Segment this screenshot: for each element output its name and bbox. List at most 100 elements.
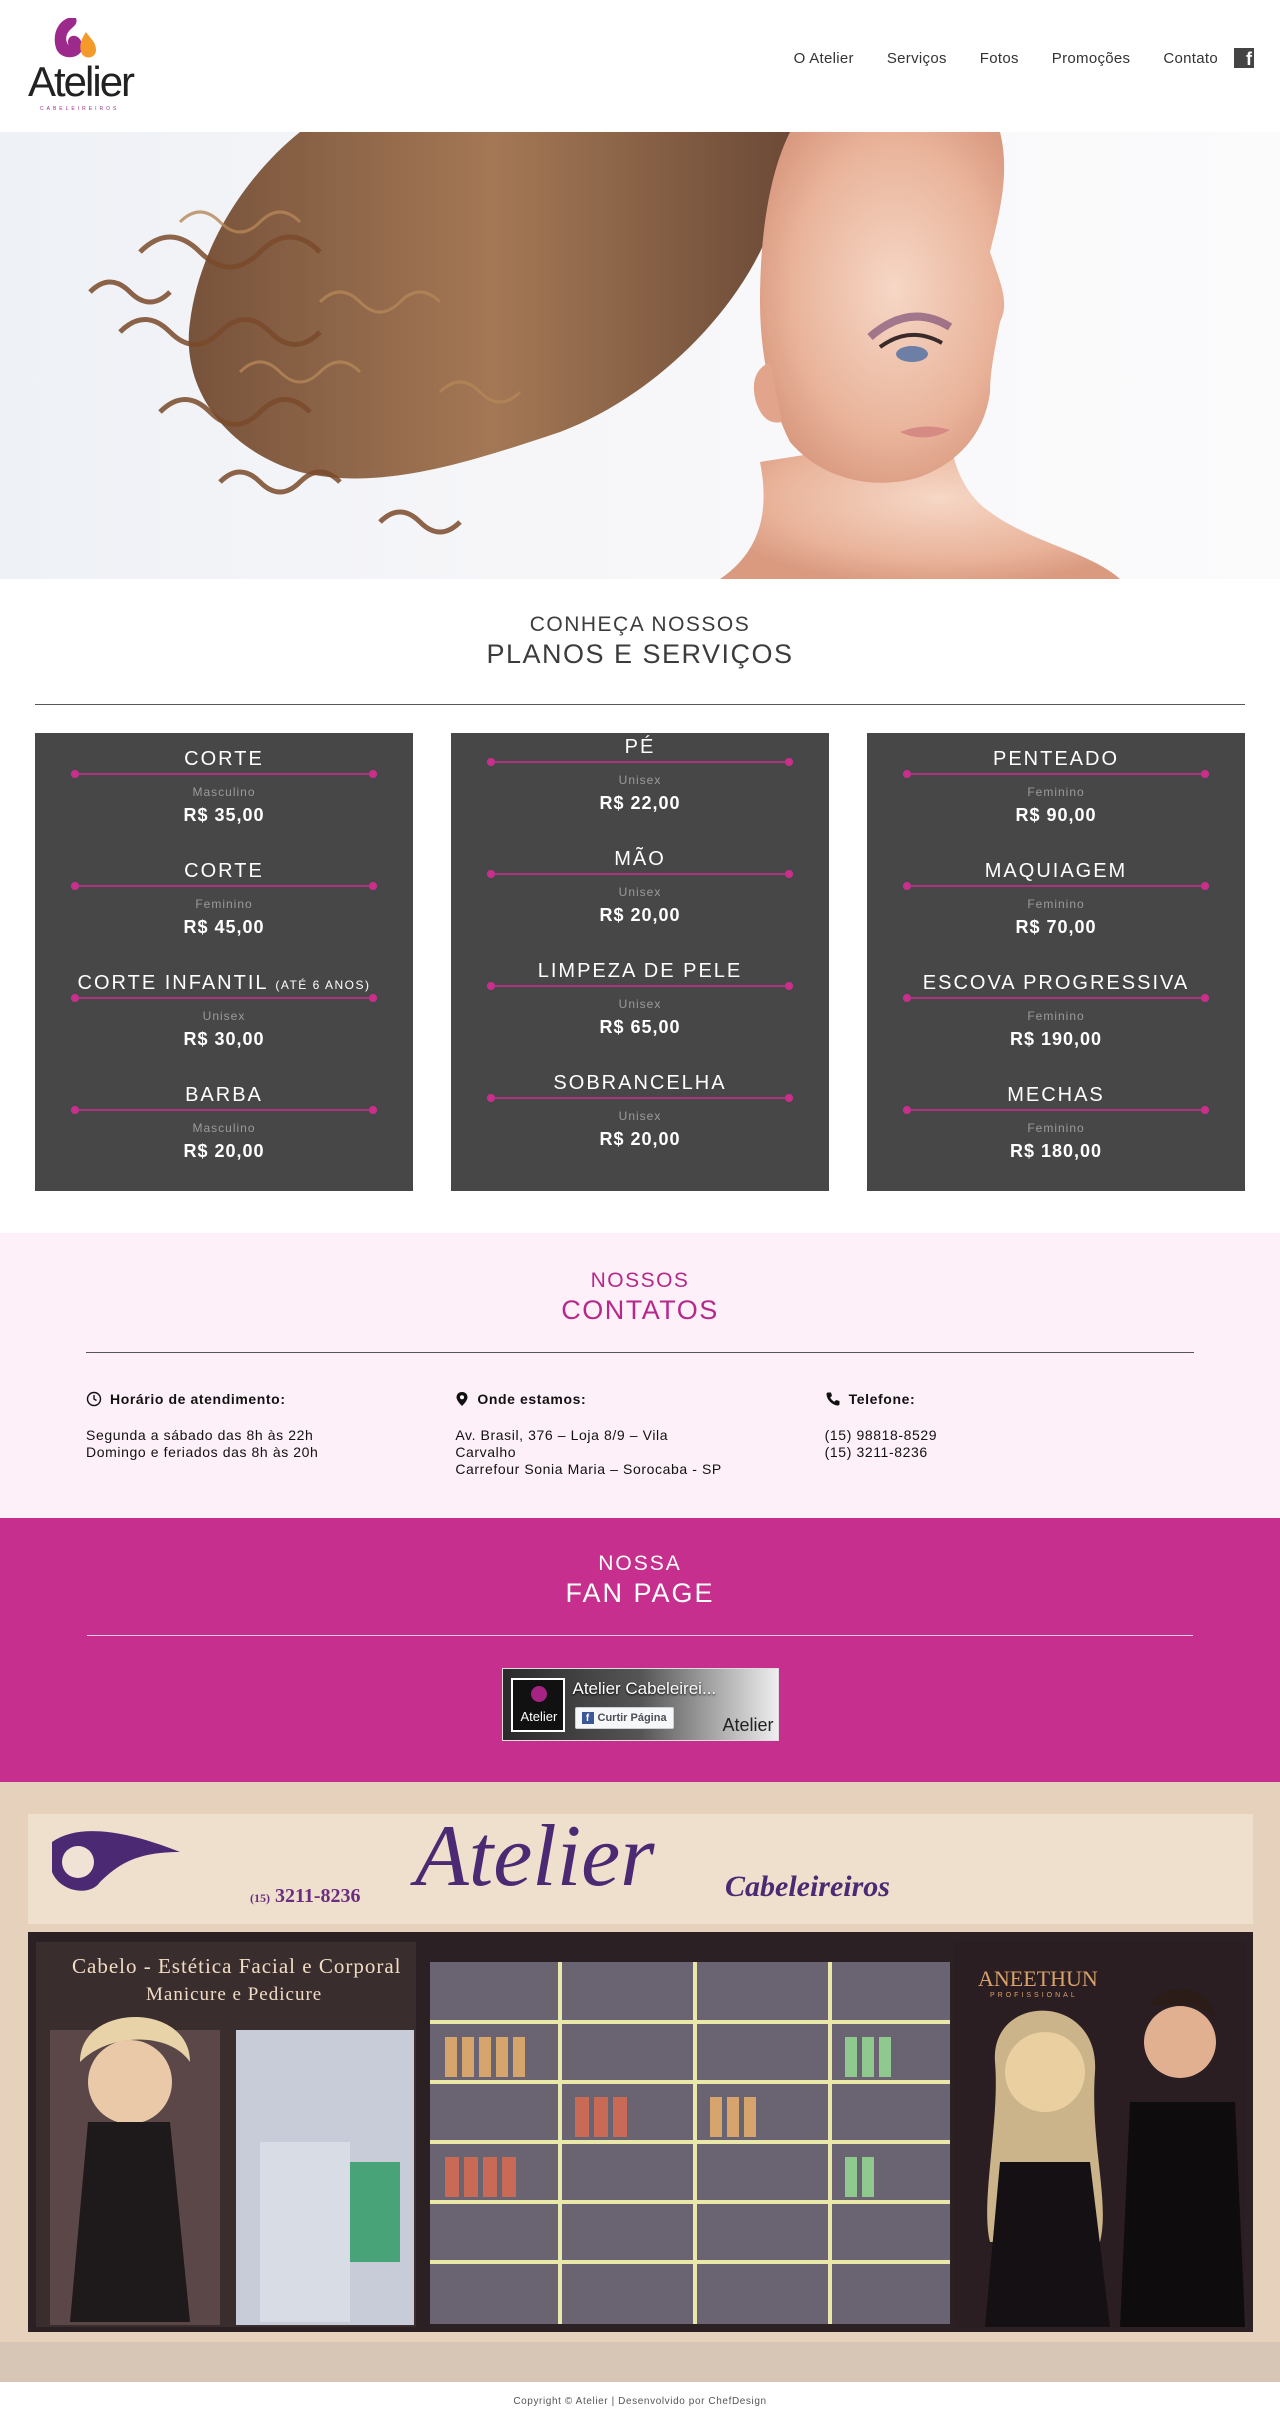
page-name-link[interactable]: Atelier Cabeleirei... <box>573 1679 717 1699</box>
contacts-title-big: CONTATOS <box>561 1295 719 1325</box>
contacts-divider <box>86 1352 1194 1353</box>
page-avatar[interactable]: Atelier <box>510 1678 565 1732</box>
phone-icon <box>826 1392 840 1406</box>
nav-item-o-atelier[interactable]: O Atelier <box>794 50 854 67</box>
contact-phone-text: (15) 98818-8529 (15) 3211-8236 <box>825 1427 1194 1461</box>
facebook-page-widget[interactable]: Atelier Atelier Cabeleirei... f Curtir P… <box>501 1668 779 1741</box>
facebook-icon[interactable]: f <box>1234 48 1254 68</box>
facebook-icon: f <box>581 1712 594 1724</box>
service-name: PÉ <box>624 736 656 758</box>
contacts-title-small: NOSSOS <box>590 1269 690 1292</box>
contact-location-text: Av. Brasil, 376 – Loja 8/9 – Vila Carval… <box>455 1427 824 1478</box>
service-category: Unisex <box>618 773 662 787</box>
service-name: PENTEADO <box>992 748 1120 770</box>
store-phone-prefix: (15) <box>250 1891 270 1905</box>
contact-line: Domingo e feriados das 8h às 20h <box>86 1444 319 1460</box>
service-item: CORTE INFANTIL (ATÉ 6 ANOS) Unisex R$ 30… <box>35 969 413 1081</box>
service-divider <box>903 882 1209 890</box>
nav-item-servicos[interactable]: Serviços <box>887 50 947 67</box>
contact-line[interactable]: (15) 3211-8236 <box>825 1444 1194 1461</box>
service-divider <box>71 882 377 890</box>
service-item: SOBRANCELHA Unisex R$ 20,00 <box>451 1069 829 1181</box>
services-section: CONHEÇA NOSSOS PLANOS E SERVIÇOS CORTE M… <box>0 579 1280 1233</box>
service-category: Unisex <box>618 997 662 1011</box>
service-card: PENTEADO Feminino R$ 90,00 MAQUIAGEM Fem… <box>867 733 1245 1191</box>
avatar-logo-text: Atelier <box>520 1709 558 1724</box>
cover-logo-text: Atelier <box>722 1715 774 1735</box>
services-divider <box>35 704 1245 705</box>
logo-wordmark: Atelier <box>28 58 135 105</box>
contact-line: Segunda a sábado das 8h às 22h <box>86 1427 314 1443</box>
service-name: CORTE <box>184 748 264 770</box>
service-name: ESCOVA PROGRESSIVA <box>922 972 1190 994</box>
service-divider <box>71 1106 377 1114</box>
service-divider <box>487 870 793 878</box>
nav-item-fotos[interactable]: Fotos <box>980 50 1019 67</box>
contact-location-heading: Onde estamos: <box>477 1391 587 1407</box>
map-pin-icon <box>456 1392 468 1406</box>
service-divider <box>487 1094 793 1102</box>
hero-banner <box>0 132 1280 579</box>
service-item: PENTEADO Feminino R$ 90,00 <box>867 745 1245 857</box>
contact-hours-heading: Horário de atendimento: <box>110 1391 286 1407</box>
service-item: LIMPEZA DE PELE Unisex R$ 65,00 <box>451 957 829 1069</box>
logo-droplet-icon <box>54 18 96 58</box>
contact-line[interactable]: (15) 98818-8529 <box>825 1427 1194 1444</box>
services-title-big: PLANOS E SERVIÇOS <box>486 639 794 669</box>
service-divider <box>71 994 377 1002</box>
contact-line: Carvalho <box>455 1444 517 1460</box>
service-price: R$ 90,00 <box>1015 805 1097 825</box>
storefront-photo: (15) 3211-8236 Atelier Cabeleireiros Cab… <box>0 1782 1280 2382</box>
site-header: Atelier CABELEIREIROS O Atelier Serviços… <box>0 0 1280 132</box>
service-category: Feminino <box>1027 897 1085 911</box>
atelier-logo[interactable]: Atelier CABELEIREIROS <box>26 14 135 112</box>
nav-item-promocoes[interactable]: Promoções <box>1052 50 1131 67</box>
service-category: Masculino <box>192 1121 256 1135</box>
service-price: R$ 20,00 <box>599 1129 681 1149</box>
service-item: ESCOVA PROGRESSIVA Feminino R$ 190,00 <box>867 969 1245 1081</box>
contacts-heading: NOSSOS CONTATOS <box>0 1269 1280 1326</box>
service-divider <box>903 994 1209 1002</box>
service-item: MÃO Unisex R$ 20,00 <box>451 845 829 957</box>
store-phone: (15) 3211-8236 <box>250 1885 361 1908</box>
like-page-button[interactable]: f Curtir Página <box>574 1707 674 1729</box>
contact-phone: Telefone: (15) 98818-8529 (15) 3211-8236 <box>825 1391 1194 1478</box>
service-price: R$ 20,00 <box>599 905 681 925</box>
services-title-small: CONHEÇA NOSSOS <box>529 613 751 636</box>
contact-phone-heading: Telefone: <box>848 1391 916 1407</box>
hero-woman-photo <box>88 132 1120 579</box>
service-category: Masculino <box>192 785 256 799</box>
service-name: BARBA <box>185 1084 263 1106</box>
service-price: R$ 45,00 <box>183 917 265 937</box>
store-poster-brand: ANEETHUN <box>978 1966 1098 1991</box>
service-category: Unisex <box>618 885 662 899</box>
service-name: CORTE INFANTIL (ATÉ 6 ANOS) <box>77 972 371 994</box>
service-category: Feminino <box>1027 1009 1085 1023</box>
service-category: Unisex <box>202 1009 246 1023</box>
service-category: Unisex <box>618 1109 662 1123</box>
logo-droplet-icon <box>530 1686 547 1702</box>
service-divider <box>903 770 1209 778</box>
service-card: PÉ Unisex R$ 22,00 MÃO Unisex R$ 20,00 L… <box>451 733 829 1191</box>
store-poster-sub: PROFISSIONAL <box>990 1992 1078 1999</box>
fanpage-title-big: FAN PAGE <box>565 1578 715 1608</box>
service-price: R$ 30,00 <box>183 1029 265 1049</box>
service-price: R$ 180,00 <box>1009 1141 1103 1161</box>
clock-icon <box>86 1391 102 1407</box>
service-name: SOBRANCELHA <box>553 1072 727 1094</box>
contact-hours-text: Segunda a sábado das 8h às 22h Domingo e… <box>86 1427 455 1461</box>
contact-line: Carrefour Sonia Maria – Sorocaba - SP <box>455 1461 722 1477</box>
service-divider <box>487 982 793 990</box>
service-category: Feminino <box>195 897 253 911</box>
fanpage-title-small: NOSSA <box>598 1552 682 1575</box>
store-services-line2: Manicure e Pedicure <box>146 1984 323 2005</box>
service-divider <box>71 770 377 778</box>
footer-copyright: Copyright © Atelier | Desenvolvido por C… <box>513 2396 767 2407</box>
service-name: CORTE <box>184 860 264 882</box>
nav-item-contato[interactable]: Contato <box>1163 50 1218 67</box>
fanpage-heading: NOSSA FAN PAGE <box>0 1552 1280 1609</box>
service-item: BARBA Masculino R$ 20,00 <box>35 1081 413 1193</box>
service-price: R$ 190,00 <box>1009 1029 1103 1049</box>
service-item: PÉ Unisex R$ 22,00 <box>451 733 829 845</box>
contact-hours: Horário de atendimento: Segunda a sábado… <box>86 1391 455 1478</box>
